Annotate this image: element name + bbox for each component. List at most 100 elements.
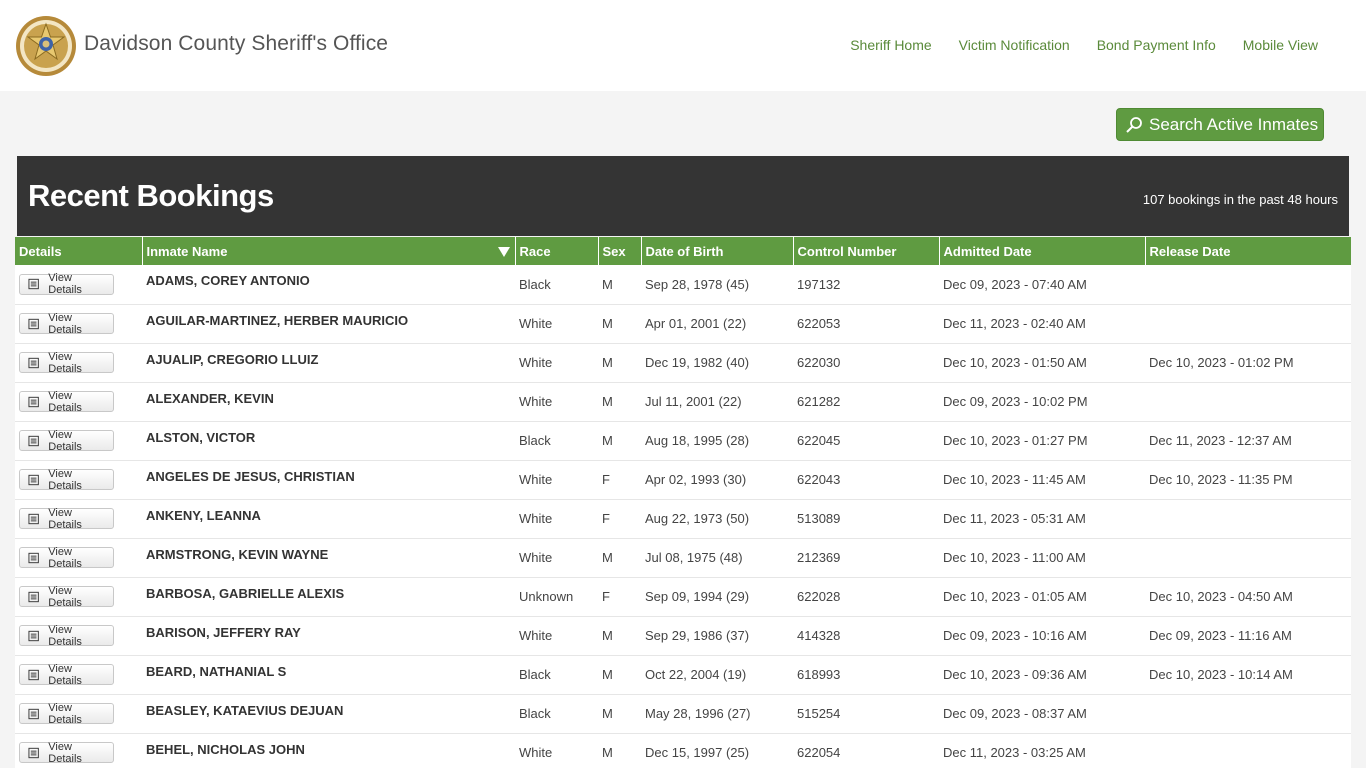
document-icon (28, 747, 39, 758)
admitted-date: Dec 09, 2023 - 08:37 AM (943, 706, 1087, 721)
view-details-label: View Details (48, 740, 82, 765)
sex: M (602, 316, 613, 331)
magnifier-icon (1126, 116, 1142, 133)
col-release-date[interactable]: Release Date (1145, 237, 1351, 265)
release-date: Dec 10, 2023 - 10:14 AM (1149, 667, 1293, 682)
admitted-date: Dec 10, 2023 - 11:45 AM (943, 472, 1086, 487)
inmate-name: ANKENY, LEANNA (146, 507, 261, 523)
admitted-date: Dec 11, 2023 - 03:25 AM (943, 745, 1086, 760)
view-details-button[interactable]: View Details (19, 701, 114, 726)
date-of-birth: Apr 02, 1993 (30) (645, 472, 747, 487)
details-cell: View Details (15, 499, 142, 538)
document-icon (28, 708, 39, 719)
table-row: View Details BARISON, JEFFERY RAY White M Se… (15, 616, 1351, 655)
control-number: 622030 (797, 355, 841, 370)
view-details-label: View Details (48, 272, 82, 297)
bookings-table-container: Details Inmate Name Race Sex Date of Bir… (15, 237, 1351, 768)
date-of-birth: Dec 19, 1982 (40) (645, 355, 750, 370)
control-number: 622054 (797, 745, 841, 760)
view-details-label: View Details (48, 701, 82, 726)
bookings-count: 107 bookings in the past 48 hours (1142, 192, 1338, 207)
view-details-button[interactable]: View Details (19, 545, 114, 570)
document-icon (28, 279, 39, 290)
details-cell: View Details (15, 382, 142, 421)
admitted-date: Dec 10, 2023 - 01:05 AM (943, 589, 1087, 604)
control-number: 622028 (797, 589, 841, 604)
view-details-label: View Details (48, 545, 82, 570)
document-icon (28, 552, 39, 563)
details-cell: View Details (15, 343, 142, 382)
details-cell: View Details (15, 616, 142, 655)
admitted-date: Dec 09, 2023 - 07:40 AM (943, 276, 1087, 292)
admitted-date: Dec 10, 2023 - 11:00 AM (943, 550, 1086, 565)
document-icon (28, 474, 39, 485)
details-cell: View Details (15, 655, 142, 694)
top-nav: Sheriff Home Victim Notification Bond Pa… (850, 37, 1318, 53)
view-details-button[interactable]: View Details (19, 584, 114, 609)
site-title[interactable]: Davidson County Sheriff's Office (84, 32, 388, 56)
view-details-label: View Details (48, 428, 82, 453)
details-cell: View Details (15, 538, 142, 577)
bookings-table: Details Inmate Name Race Sex Date of Bir… (15, 237, 1351, 768)
view-details-label: View Details (48, 584, 82, 609)
inmate-name: BARBOSA, GABRIELLE ALEXIS (146, 585, 345, 601)
document-icon (28, 669, 39, 680)
sex: F (602, 511, 610, 526)
view-details-button[interactable]: View Details (19, 740, 114, 765)
admitted-date: Dec 10, 2023 - 01:27 PM (943, 433, 1088, 448)
control-number: 622045 (797, 433, 841, 448)
sex: F (602, 472, 610, 487)
col-date-of-birth[interactable]: Date of Birth (641, 237, 794, 265)
view-details-label: View Details (48, 467, 82, 492)
sex: M (602, 433, 613, 448)
inmate-name: BEASLEY, KATAEVIUS DEJUAN (146, 702, 344, 718)
sheriff-badge-logo[interactable] (15, 15, 77, 77)
view-details-button[interactable]: View Details (19, 350, 114, 375)
panel-title: Recent Bookings (28, 178, 274, 213)
admitted-date: Dec 09, 2023 - 10:02 PM (943, 394, 1088, 409)
site-header: Davidson County Sheriff's Office Sheriff… (0, 0, 1366, 91)
col-inmate-name[interactable]: Inmate Name (142, 237, 516, 265)
view-details-label: View Details (48, 506, 82, 531)
col-inmate-name-label: Inmate Name (146, 243, 228, 259)
search-button-label: Search Active Inmates (1149, 114, 1319, 134)
race: White (519, 745, 553, 760)
race: White (519, 472, 553, 487)
col-sex[interactable]: Sex (598, 237, 642, 265)
release-date (1145, 733, 1351, 768)
race: Black (519, 667, 551, 682)
nav-sheriff-home[interactable]: Sheriff Home (850, 37, 931, 53)
view-details-label: View Details (48, 350, 82, 375)
sex: M (602, 667, 613, 682)
view-details-button[interactable]: View Details (19, 390, 114, 414)
control-number: 622043 (797, 472, 841, 487)
control-number: 618993 (797, 667, 841, 682)
control-number: 513089 (797, 511, 841, 526)
search-active-inmates-button[interactable]: Search Active Inmates (1116, 108, 1324, 141)
view-details-button[interactable]: View Details (19, 467, 114, 492)
table-row: View Details BEARD, NATHANIAL S Black M Oct … (15, 655, 1351, 694)
view-details-button[interactable]: View Details (19, 428, 114, 453)
control-number: 622053 (797, 316, 841, 331)
inmate-name: AGUILAR-MARTINEZ, HERBER MAURICIO (146, 312, 409, 328)
table-row: View Details BEHEL, NICHOLAS JOHN White M De… (15, 733, 1351, 768)
view-details-button[interactable]: View Details (19, 623, 114, 648)
details-cell: View Details (15, 733, 142, 768)
race: Black (519, 276, 551, 292)
col-control-number[interactable]: Control Number (793, 237, 940, 265)
sort-down-icon[interactable] (497, 246, 511, 258)
inmate-name: ALEXANDER, KEVIN (146, 390, 274, 406)
nav-bond-payment-info[interactable]: Bond Payment Info (1097, 37, 1216, 53)
view-details-button[interactable]: View Details (19, 506, 114, 531)
document-icon (28, 591, 39, 602)
view-details-button[interactable]: View Details (19, 272, 114, 297)
col-admitted-date[interactable]: Admitted Date (939, 237, 1146, 265)
nav-mobile-view[interactable]: Mobile View (1243, 37, 1318, 53)
view-details-label: View Details (48, 623, 82, 648)
nav-victim-notification[interactable]: Victim Notification (959, 37, 1070, 53)
col-race[interactable]: Race (515, 237, 599, 265)
view-details-button[interactable]: View Details (19, 663, 114, 687)
view-details-button[interactable]: View Details (19, 312, 114, 336)
race: Black (519, 706, 551, 721)
date-of-birth: Dec 15, 1997 (25) (645, 745, 750, 760)
